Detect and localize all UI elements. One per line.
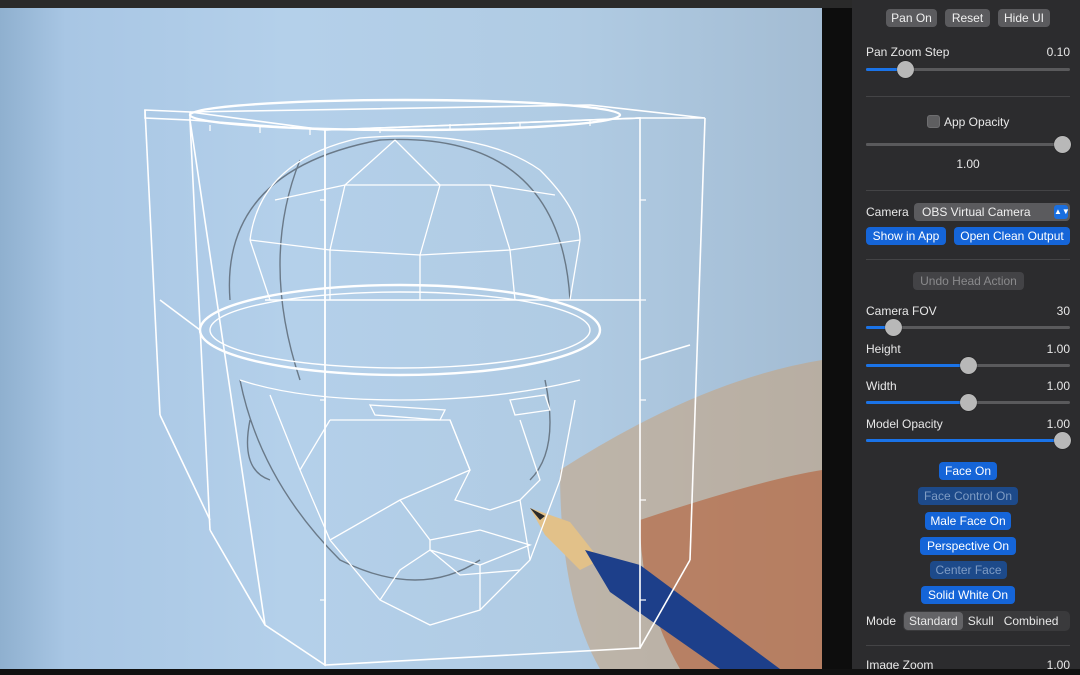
slider-fill: [866, 439, 1062, 442]
camera-viewport[interactable]: [0, 8, 822, 669]
width-value: 1.00: [1046, 379, 1070, 393]
pan-zoom-step-slider[interactable]: [866, 61, 1070, 78]
height-slider[interactable]: [866, 357, 1070, 374]
slider-knob[interactable]: [1054, 432, 1071, 449]
slider-fill: [866, 143, 1062, 146]
separator: [866, 190, 1070, 191]
height-label: Height: [866, 342, 901, 356]
separator: [866, 259, 1070, 260]
separator: [866, 96, 1070, 97]
camera-fov-value: 30: [1056, 304, 1070, 318]
face-mesh: [239, 379, 581, 626]
app-opacity-label: App Opacity: [944, 115, 1010, 129]
face-control-on-button[interactable]: Face Control On: [918, 487, 1018, 505]
center-face-button[interactable]: Center Face: [930, 561, 1007, 579]
slider-knob[interactable]: [1054, 136, 1071, 153]
slider-knob[interactable]: [896, 61, 914, 78]
app-opacity-checkbox[interactable]: [927, 115, 940, 128]
pan-zoom-step-value: 0.10: [1046, 45, 1070, 59]
camera-select-value: OBS Virtual Camera: [922, 205, 1031, 219]
solid-white-on-button[interactable]: Solid White On: [921, 586, 1015, 604]
pan-zoom-step-label: Pan Zoom Step: [866, 45, 950, 59]
head-wireframe-overlay: [144, 98, 822, 669]
model-opacity-label: Model Opacity: [866, 417, 943, 431]
separator: [866, 645, 1070, 646]
camera-fov-slider[interactable]: [866, 319, 1070, 336]
model-opacity-value: 1.00: [1046, 417, 1070, 431]
model-opacity-slider[interactable]: [866, 432, 1071, 449]
slider-knob[interactable]: [960, 394, 977, 411]
width-slider[interactable]: [866, 394, 1070, 411]
perspective-on-button[interactable]: Perspective On: [920, 537, 1016, 555]
slider-fill: [866, 401, 968, 404]
reset-button[interactable]: Reset: [945, 9, 990, 27]
viewport-gutter: [822, 8, 852, 669]
updown-chevron-icon: ▲▼: [1054, 205, 1070, 219]
width-label: Width: [866, 379, 897, 393]
brow-ellipse-inner: [209, 291, 591, 369]
mode-label: Mode: [866, 614, 897, 628]
camera-select[interactable]: OBS Virtual Camera ▲▼: [914, 203, 1070, 221]
show-in-app-button[interactable]: Show in App: [866, 227, 946, 245]
slider-fill: [866, 364, 968, 367]
mode-option-standard[interactable]: Standard: [904, 612, 963, 630]
hide-ui-button[interactable]: Hide UI: [998, 9, 1050, 27]
camera-fov-label: Camera FOV: [866, 304, 937, 318]
undo-head-action-button[interactable]: Undo Head Action: [913, 272, 1024, 290]
slider-knob[interactable]: [960, 357, 977, 374]
face-on-button[interactable]: Face On: [939, 462, 997, 480]
app-opacity-slider[interactable]: [866, 136, 1071, 153]
window-bottom-bar: [0, 669, 1080, 675]
camera-label: Camera: [866, 205, 909, 219]
mode-option-combined[interactable]: Combined: [999, 612, 1064, 630]
crown-ellipse: [188, 98, 622, 132]
height-value: 1.00: [1046, 342, 1070, 356]
open-clean-output-button[interactable]: Open Clean Output: [954, 227, 1070, 245]
slider-knob[interactable]: [884, 319, 902, 336]
brow-ellipse: [198, 283, 602, 377]
mode-option-skull[interactable]: Skull: [963, 612, 999, 630]
male-face-on-button[interactable]: Male Face On: [925, 512, 1011, 530]
mode-segmented-control[interactable]: Standard Skull Combined: [903, 611, 1070, 631]
pan-on-button[interactable]: Pan On: [886, 9, 937, 27]
app-opacity-value: 1.00: [956, 157, 980, 171]
